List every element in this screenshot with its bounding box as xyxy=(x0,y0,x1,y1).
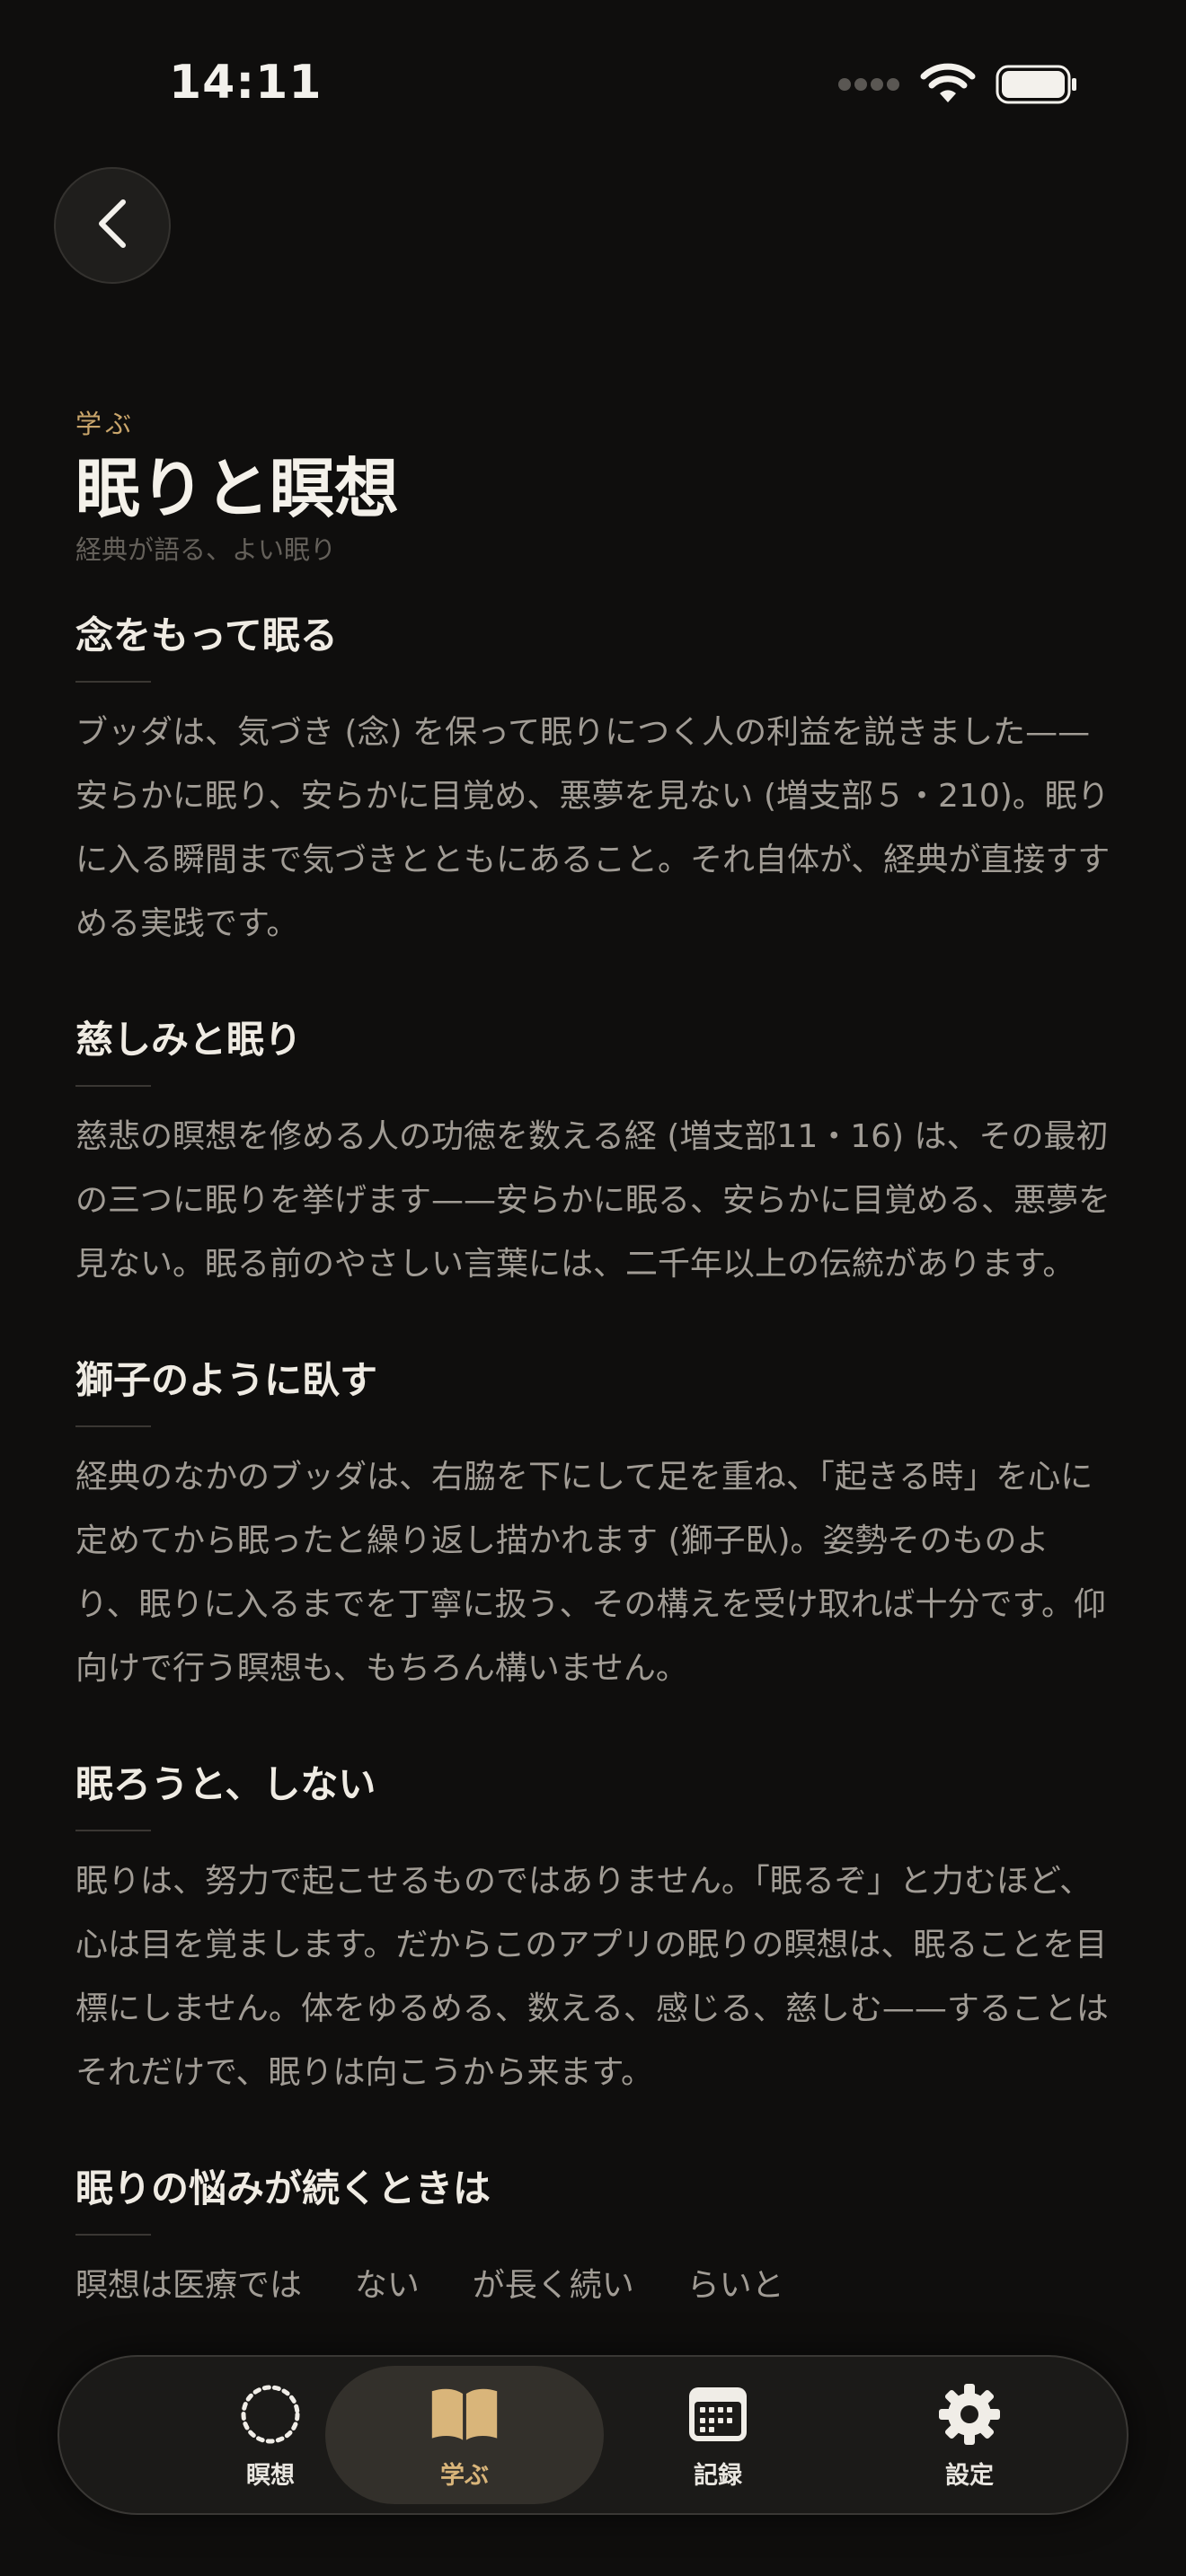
status-time: 14:11 xyxy=(169,56,323,110)
section-body: ブッダは、気づき (念) を保って眠りにつく人の利益を説きました——安らかに眠り… xyxy=(75,714,1111,942)
section-title: 獅子のように臥す xyxy=(75,1358,378,1402)
tab-settings[interactable]: 設定 xyxy=(830,2366,1109,2504)
tab-records[interactable]: 記録 xyxy=(579,2366,857,2504)
section-divider xyxy=(75,1085,151,1087)
calendar-icon xyxy=(682,2380,754,2448)
section-title: 眠ろうと、しない xyxy=(75,1762,376,1806)
section-persistent-trouble: 眠りの悩みが続くときは 瞑想は医療では ない が長く続い らいと xyxy=(75,2164,1111,2317)
tab-label: 学ぶ xyxy=(440,2461,489,2490)
page-title: 眠りと瞑想 xyxy=(75,450,400,526)
tab-bar: 瞑想 学ぶ 記録 設定 xyxy=(58,2355,1128,2515)
section-divider xyxy=(75,1830,151,1831)
section-metta-sleep: 慈しみと眠り 慈悲の瞑想を修める人の功徳を数える経 (増支部11・16) は、そ… xyxy=(75,1015,1111,1296)
book-icon xyxy=(429,2380,500,2448)
article: 学ぶ 眠りと瞑想 経典が語る、よい眠り 念をもって眠る ブッダは、気づき (念)… xyxy=(75,406,1111,2317)
status-bar: 14:11 xyxy=(0,0,1186,171)
battery-icon xyxy=(996,65,1078,108)
section-title: 念をもって眠る xyxy=(75,613,338,657)
chevron-left-icon xyxy=(93,197,132,254)
tab-label: 記録 xyxy=(694,2461,742,2490)
back-button[interactable] xyxy=(54,167,171,284)
section-divider xyxy=(75,681,151,683)
tab-label: 瞑想 xyxy=(246,2461,295,2490)
meditation-ring-icon xyxy=(235,2380,306,2448)
section-title: 眠りの悩みが続くときは xyxy=(75,2166,491,2210)
wifi-icon xyxy=(920,63,976,110)
status-icons xyxy=(837,63,1078,110)
page-eyebrow: 学ぶ xyxy=(75,409,136,439)
section-divider xyxy=(75,2234,151,2236)
cellular-signal-icon xyxy=(837,77,900,95)
tab-learn[interactable]: 学ぶ xyxy=(325,2366,604,2504)
section-lion-posture: 獅子のように臥す 経典のなかのブッダは、右脇を下にして足を重ね、「起きる時」を心… xyxy=(75,1355,1111,1700)
section-divider xyxy=(75,1425,151,1427)
section-title: 慈しみと眠り xyxy=(75,1018,303,1062)
tab-label: 設定 xyxy=(945,2461,994,2490)
section-body: 慈悲の瞑想を修める人の功徳を数える経 (増支部11・16) は、その最初の三つに… xyxy=(75,1118,1111,1283)
section-mindful-sleep: 念をもって眠る ブッダは、気づき (念) を保って眠りにつく人の利益を説きました… xyxy=(75,611,1111,956)
section-body: 眠りは、努力で起こせるものではありません。「眠るぞ」と力むほど、心は目を覚ましま… xyxy=(75,1863,1109,2091)
page-subtitle: 経典が語る、よい眠り xyxy=(75,534,337,565)
section-not-trying: 眠ろうと、しない 眠りは、努力で起こせるものではありません。「眠るぞ」と力むほど… xyxy=(75,1760,1111,2104)
gear-icon xyxy=(934,2380,1005,2448)
section-body: 経典のなかのブッダは、右脇を下にして足を重ね、「起きる時」を心に定めてから眠った… xyxy=(75,1459,1106,1687)
